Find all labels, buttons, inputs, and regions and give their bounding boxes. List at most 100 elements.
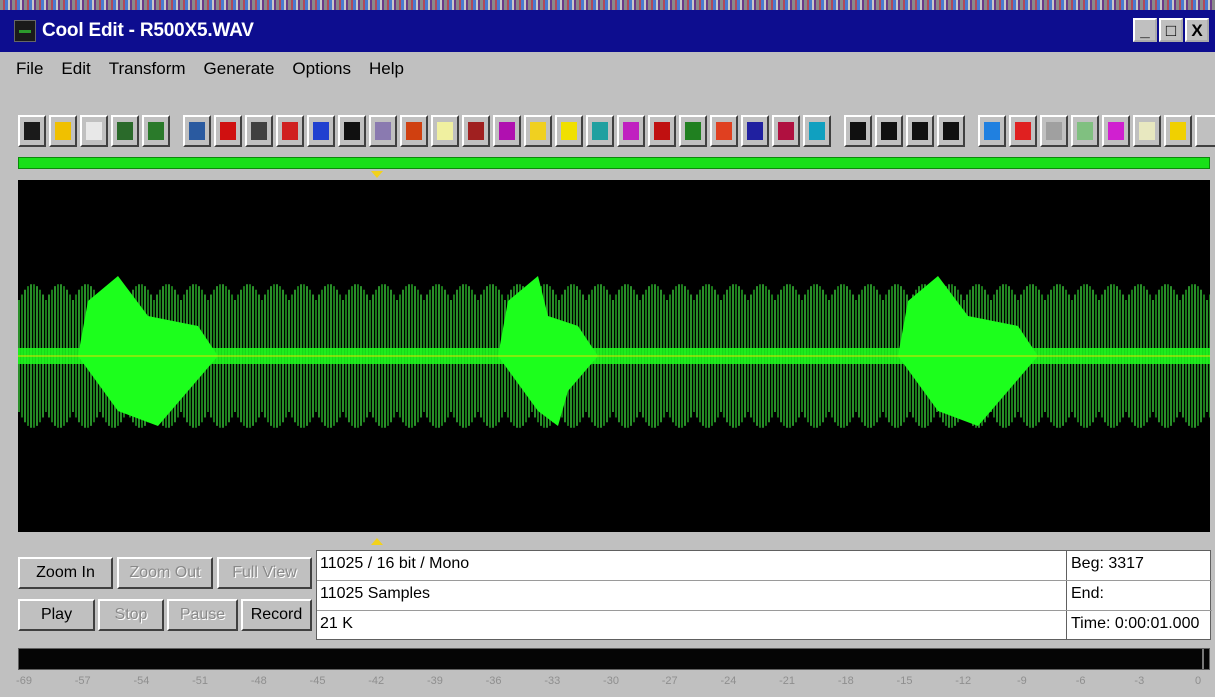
menu-generate[interactable]: Generate (196, 57, 283, 81)
timer-icon (437, 122, 453, 140)
stop-button[interactable]: Stop (98, 599, 164, 631)
meter-scale-label: -39 (426, 675, 443, 687)
effect-4-button[interactable] (937, 115, 965, 147)
menu-file[interactable]: File (8, 57, 51, 81)
samples-label: 11025 Samples (317, 581, 1067, 610)
grid-button[interactable] (679, 115, 707, 147)
open-file-icon (55, 122, 71, 140)
flange-button[interactable] (803, 115, 831, 147)
window-controls: _ □ X (1133, 18, 1209, 42)
meter-scale-label: -24 (720, 675, 737, 687)
mixer-icon (1015, 122, 1031, 140)
note-button[interactable] (307, 115, 335, 147)
copy-button[interactable] (142, 115, 170, 147)
pause-button[interactable]: Pause (167, 599, 238, 631)
analyze-button[interactable] (1040, 115, 1068, 147)
play-button[interactable]: Play (18, 599, 95, 631)
cut-icon (117, 122, 133, 140)
cd-button[interactable] (1195, 115, 1215, 147)
info-panel: 11025 / 16 bit / Mono Beg: 3317 11025 Sa… (316, 550, 1212, 640)
paste-button[interactable] (183, 115, 211, 147)
effect-2-icon (881, 122, 897, 140)
cut-button[interactable] (111, 115, 139, 147)
timer-button[interactable] (431, 115, 459, 147)
save-file-button[interactable] (80, 115, 108, 147)
zoom-out-button[interactable]: Zoom Out (117, 557, 213, 589)
spectrum-icon (468, 122, 484, 140)
meter-scale-label: -69 (16, 675, 32, 687)
envelope-button[interactable] (741, 115, 769, 147)
playhead-marker-top[interactable] (371, 171, 383, 178)
eq-icon (716, 122, 732, 140)
copy-icon (148, 122, 164, 140)
menu-help[interactable]: Help (361, 57, 412, 81)
compress-icon (778, 122, 794, 140)
notes-button[interactable] (1133, 115, 1161, 147)
meter-scale-label: 0 (1194, 675, 1202, 687)
marker-button[interactable] (617, 115, 645, 147)
menu-options[interactable]: Options (284, 57, 359, 81)
stop-button[interactable] (245, 115, 273, 147)
distort-button[interactable] (648, 115, 676, 147)
amplify-button[interactable] (555, 115, 583, 147)
noise-button[interactable] (369, 115, 397, 147)
menu-transform[interactable]: Transform (101, 57, 194, 81)
meter-scale-label: -42 (368, 675, 385, 687)
meter-scale-label: -3 (1134, 675, 1145, 687)
help-button[interactable] (1164, 115, 1192, 147)
new-file-button[interactable] (18, 115, 46, 147)
format-label: 11025 / 16 bit / Mono (317, 551, 1067, 580)
effect-3-button[interactable] (906, 115, 934, 147)
size-label: 21 K (317, 611, 1067, 640)
effect-2-button[interactable] (875, 115, 903, 147)
close-button[interactable]: X (1185, 18, 1209, 42)
effect-1-button[interactable] (844, 115, 872, 147)
app-icon[interactable] (14, 20, 36, 42)
playhead-marker-bottom[interactable] (371, 538, 383, 545)
radio-button[interactable] (493, 115, 521, 147)
import-icon (406, 122, 422, 140)
open-file-button[interactable] (49, 115, 77, 147)
dot-button[interactable] (338, 115, 366, 147)
rewind-button[interactable] (214, 115, 242, 147)
time-label: Time: 0:00:01.000 (1071, 615, 1200, 632)
grid-icon (685, 122, 701, 140)
compress-button[interactable] (772, 115, 800, 147)
flange-icon (809, 122, 825, 140)
loop-button[interactable] (978, 115, 1006, 147)
rewind-icon (220, 122, 236, 140)
minimize-button[interactable]: _ (1133, 18, 1157, 42)
help-icon (1170, 122, 1186, 140)
reverse-button[interactable] (276, 115, 304, 147)
frequency-icon (1077, 122, 1093, 140)
end-label: End: (1071, 585, 1104, 602)
import-button[interactable] (400, 115, 428, 147)
zoom-in-button[interactable]: Zoom In (18, 557, 113, 589)
menu-edit[interactable]: Edit (53, 57, 98, 81)
record-button[interactable]: Record (241, 599, 312, 631)
wave-icon (592, 122, 608, 140)
spectrum-button[interactable] (462, 115, 490, 147)
overview-bar[interactable] (18, 157, 1210, 169)
effect-4-icon (943, 122, 959, 140)
meter-scale-label: -36 (485, 675, 502, 687)
filter-button[interactable] (524, 115, 552, 147)
eq-button[interactable] (710, 115, 738, 147)
reverse-icon (282, 122, 298, 140)
paste-icon (189, 122, 205, 140)
info-row: 11025 Samples End: (317, 581, 1212, 611)
title-bar[interactable]: Cool Edit - R500X5.WAV _ □ X (0, 10, 1215, 52)
mixer-button[interactable] (1009, 115, 1037, 147)
waveform-display[interactable] (18, 180, 1210, 532)
frequency-button[interactable] (1071, 115, 1099, 147)
wave-button[interactable] (586, 115, 614, 147)
filter-icon (530, 122, 546, 140)
text-cursor-icon (1108, 122, 1124, 140)
effect-1-icon (850, 122, 866, 140)
full-view-button[interactable]: Full View (217, 557, 312, 589)
maximize-button[interactable]: □ (1159, 18, 1183, 42)
window-title: Cool Edit - R500X5.WAV (42, 20, 254, 41)
meter-scale-label: -12 (955, 675, 972, 687)
text-cursor-button[interactable] (1102, 115, 1130, 147)
level-meter (18, 648, 1210, 670)
